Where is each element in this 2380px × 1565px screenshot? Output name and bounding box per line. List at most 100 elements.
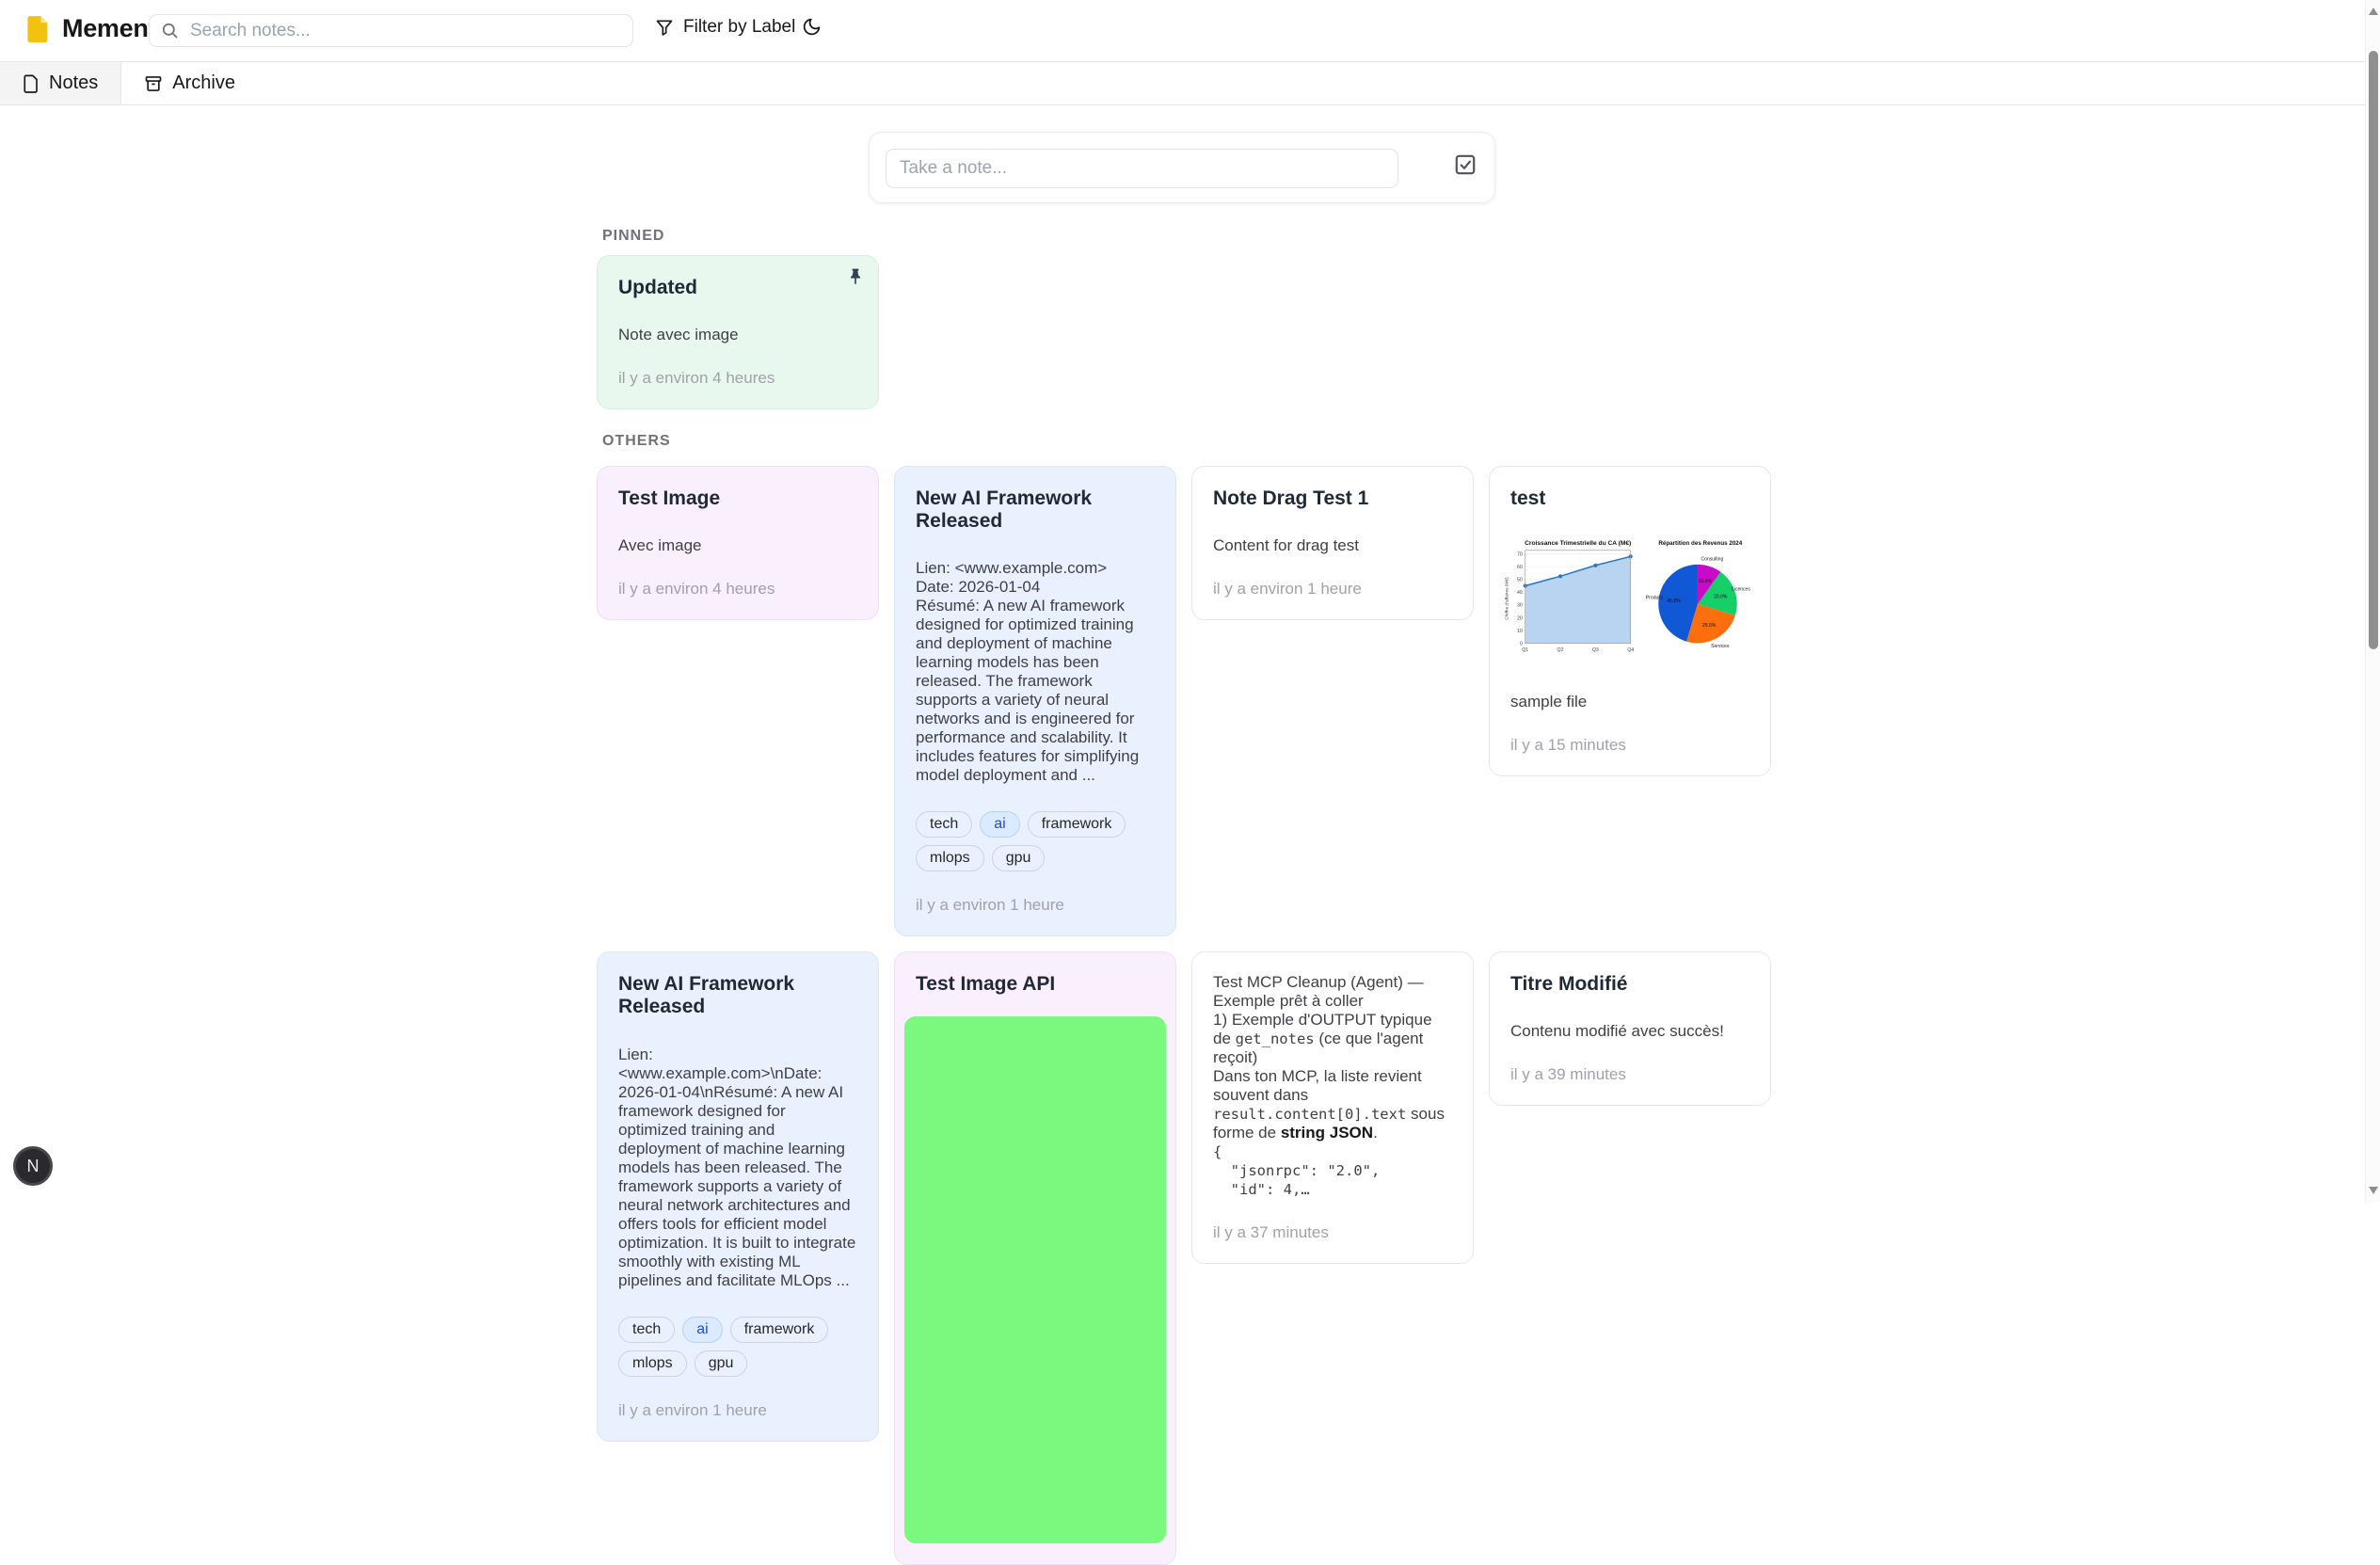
vertical-scrollbar[interactable] <box>2365 0 2380 1202</box>
note-title: Titre Modifié <box>1510 973 1749 996</box>
svg-text:Q1: Q1 <box>1522 647 1528 653</box>
theme-toggle-button[interactable] <box>800 15 823 39</box>
note-file-icon <box>24 15 51 43</box>
archive-icon <box>144 74 163 93</box>
note-card[interactable]: Note Drag Test 1 Content for drag test il … <box>1191 466 1474 620</box>
note-title: New AI Framework Released <box>618 973 857 1018</box>
note-card[interactable]: Test MCP Cleanup (Agent) — Exemple prêt … <box>1191 951 1474 1264</box>
svg-text:50: 50 <box>1517 578 1523 583</box>
pie-chart-thumbnail[interactable]: Répartition des Revenus 2024 45.8% Produit… <box>1644 533 1758 663</box>
pinned-notes-grid: Updated Note avec image il y a environ 4 h… <box>597 255 879 409</box>
note-tags: techai framework mlops gpu <box>618 1317 857 1377</box>
label-tag[interactable]: tech <box>916 811 972 838</box>
pinned-section-label: PINNED <box>602 228 664 245</box>
note-timestamp: il y a environ 4 heures <box>618 580 857 599</box>
take-a-note-input[interactable] <box>886 149 1398 188</box>
svg-text:20.0%: 20.0% <box>1715 595 1729 600</box>
note-card[interactable]: Titre Modifié Contenu modifié avec succès… <box>1489 951 1771 1106</box>
svg-text:Q3: Q3 <box>1592 647 1599 653</box>
area-chart-thumbnail[interactable]: Croissance Trimestrielle du CA (M€) 0 10 20… <box>1502 533 1635 666</box>
svg-text:20: 20 <box>1517 615 1523 621</box>
search-box[interactable] <box>149 14 633 47</box>
pin-icon[interactable] <box>846 267 865 286</box>
svg-text:30: 30 <box>1517 603 1523 609</box>
note-timestamp: il y a 37 minutes <box>1213 1223 1452 1242</box>
avatar-initial: N <box>27 1157 40 1176</box>
tab-archive[interactable]: Archive <box>121 62 258 104</box>
note-title: Test Image <box>618 487 857 510</box>
note-card[interactable]: Test Image API <box>894 951 1176 1565</box>
svg-text:10.0%: 10.0% <box>1699 579 1713 584</box>
svg-text:60: 60 <box>1517 565 1523 570</box>
search-input[interactable] <box>188 20 621 42</box>
note-title: Updated <box>618 277 857 299</box>
label-tag[interactable]: gpu <box>992 845 1046 871</box>
note-timestamp: il y a 15 minutes <box>1510 736 1749 755</box>
note-timestamp: il y a environ 1 heure <box>1213 580 1452 599</box>
note-card[interactable]: Updated Note avec image il y a environ 4 h… <box>597 255 879 409</box>
svg-text:Croissance Trimestrielle du CA: Croissance Trimestrielle du CA (M€) <box>1525 540 1631 547</box>
avatar[interactable]: N <box>13 1146 53 1186</box>
note-composer <box>869 132 1495 203</box>
svg-text:45.8%: 45.8% <box>1668 599 1682 604</box>
svg-text:25.0%: 25.0% <box>1702 623 1717 629</box>
svg-text:Consulting: Consulting <box>1701 557 1724 563</box>
svg-text:40: 40 <box>1517 590 1523 596</box>
label-tag[interactable]: mlops <box>916 845 984 871</box>
note-tags: techai framework mlops gpu <box>916 811 1155 871</box>
file-icon <box>23 74 40 93</box>
note-image[interactable] <box>904 1016 1166 1543</box>
note-card[interactable]: test Croissance Trimestrielle du CA (M€) 0… <box>1489 466 1771 776</box>
app-header: Memento Filter by Label <box>0 0 2365 62</box>
filter-by-label-text: Filter by Label <box>683 17 795 38</box>
note-timestamp: il y a environ 1 heure <box>618 1401 857 1420</box>
tab-bar: Notes Archive <box>0 62 2365 105</box>
others-section-label: OTHERS <box>602 433 671 450</box>
label-tag[interactable]: framework <box>730 1317 829 1343</box>
note-content: Contenu modifié avec succès! <box>1510 1022 1749 1041</box>
note-content: Content for drag test <box>1213 536 1452 555</box>
svg-text:10: 10 <box>1517 629 1523 634</box>
note-content: Avec image <box>618 536 857 555</box>
svg-text:Produits: Produits <box>1646 595 1664 600</box>
note-content: sample file <box>1510 693 1749 711</box>
filter-by-label-button[interactable]: Filter by Label <box>649 16 801 39</box>
note-card[interactable]: New AI Framework Released Lien: <www.exam… <box>894 466 1176 936</box>
note-timestamp: il y a environ 4 heures <box>618 369 857 388</box>
note-timestamp: il y a 39 minutes <box>1510 1065 1749 1084</box>
label-tag[interactable]: gpu <box>695 1350 748 1377</box>
tab-notes[interactable]: Notes <box>0 62 121 104</box>
svg-text:Chiffre d'affaires (M€): Chiffre d'affaires (M€) <box>1505 577 1510 620</box>
label-tag[interactable]: ai <box>980 811 1019 838</box>
note-content: Note avec image <box>618 326 857 344</box>
checkbox-icon[interactable] <box>1453 152 1478 177</box>
svg-text:70: 70 <box>1517 552 1523 558</box>
note-card[interactable]: New AI Framework Released Lien: <www.exam… <box>597 951 879 1441</box>
scroll-up-arrow-icon[interactable] <box>2369 8 2378 15</box>
svg-text:0: 0 <box>1520 642 1523 647</box>
svg-text:Q4: Q4 <box>1627 647 1634 653</box>
label-tag[interactable]: mlops <box>618 1350 687 1377</box>
note-title: Note Drag Test 1 <box>1213 487 1452 510</box>
note-content: Lien: <www.example.com> Date: 2026-01-04… <box>916 559 1155 785</box>
tab-archive-label: Archive <box>172 72 235 94</box>
scrollbar-thumb[interactable] <box>2369 51 2378 649</box>
label-tag[interactable]: ai <box>682 1317 722 1343</box>
note-content: Lien: <www.example.com>\nDate: 2026-01-0… <box>618 1046 857 1290</box>
note-title: Test Image API <box>916 973 1155 996</box>
note-title: test <box>1510 487 1749 510</box>
svg-text:Licences: Licences <box>1732 587 1750 593</box>
note-timestamp: il y a environ 1 heure <box>916 896 1155 915</box>
note-chart-thumbnails: Croissance Trimestrielle du CA (M€) 0 10 20… <box>1502 533 1758 666</box>
label-tag[interactable]: framework <box>1028 811 1126 838</box>
note-card[interactable]: Test Image Avec image il y a environ 4 heu… <box>597 466 879 620</box>
note-title: New AI Framework Released <box>916 487 1155 533</box>
moon-icon <box>802 17 822 37</box>
tab-notes-label: Notes <box>49 72 98 94</box>
svg-text:Q2: Q2 <box>1557 647 1564 653</box>
search-icon <box>161 22 179 40</box>
note-content: Test MCP Cleanup (Agent) — Exemple prêt … <box>1213 973 1452 1199</box>
svg-text:Répartition des Revenus 2024: Répartition des Revenus 2024 <box>1659 540 1743 547</box>
label-tag[interactable]: tech <box>618 1317 675 1343</box>
scroll-down-arrow-icon[interactable] <box>2369 1187 2378 1194</box>
